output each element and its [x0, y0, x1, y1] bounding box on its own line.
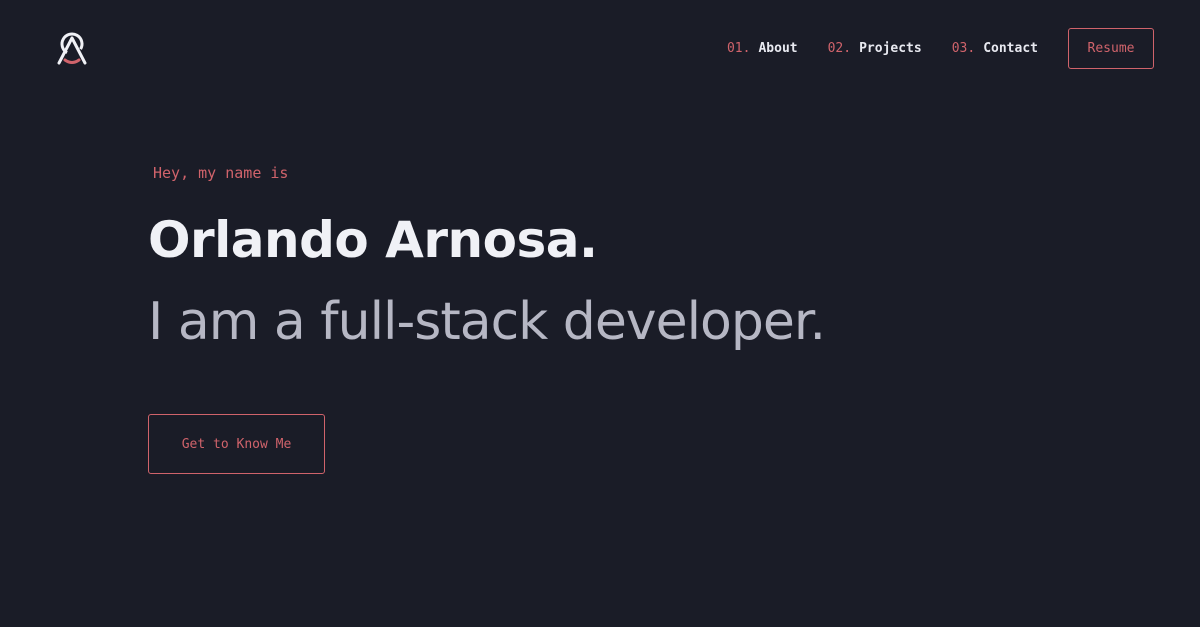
nav-item-label: About [758, 41, 798, 56]
nav-item-label: Contact [983, 41, 1038, 56]
hero-section: Hey, my name is Orlando Arnosa. I am a f… [148, 162, 1108, 474]
nav-item-label: Projects [859, 41, 922, 56]
nav-item-number: 03. [951, 41, 976, 56]
get-to-know-me-button[interactable]: Get to Know Me [148, 414, 325, 474]
nav-item-projects[interactable]: 02. Projects [828, 41, 922, 56]
hero-tagline: I am a full-stack developer. [148, 292, 826, 352]
nav-item-contact[interactable]: 03. Contact [952, 41, 1038, 56]
hero-greeting: Hey, my name is [153, 164, 289, 182]
logo-mark-icon[interactable] [54, 30, 90, 66]
main-nav: 01. About 02. Projects 03. Contact Resum… [727, 28, 1154, 69]
nav-item-number: 01. [726, 41, 751, 56]
nav-item-about[interactable]: 01. About [727, 41, 798, 56]
resume-button[interactable]: Resume [1068, 28, 1154, 69]
hero-name: Orlando Arnosa. [148, 211, 598, 269]
nav-item-number: 02. [827, 41, 852, 56]
